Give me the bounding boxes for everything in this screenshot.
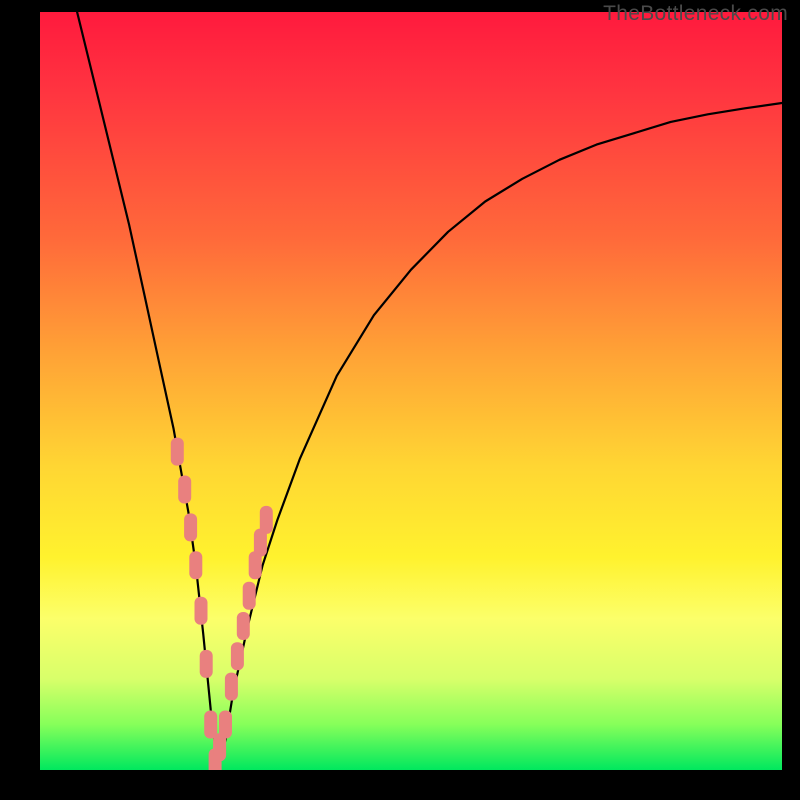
marker-point (204, 711, 217, 739)
marker-point (184, 513, 197, 541)
marker-point (231, 642, 244, 670)
marker-point (171, 438, 184, 466)
bottleneck-curve (77, 12, 782, 770)
marker-point (195, 597, 208, 625)
marker-point (260, 506, 273, 534)
chart-frame: TheBottleneck.com (0, 0, 800, 800)
marker-point (200, 650, 213, 678)
marker-cluster (171, 438, 273, 770)
watermark-text: TheBottleneck.com (603, 2, 788, 26)
marker-point (189, 551, 202, 579)
marker-point (237, 612, 250, 640)
marker-point (243, 582, 256, 610)
chart-svg (40, 12, 782, 770)
marker-point (219, 711, 232, 739)
plot-area (40, 12, 782, 770)
marker-point (225, 673, 238, 701)
marker-point (178, 476, 191, 504)
